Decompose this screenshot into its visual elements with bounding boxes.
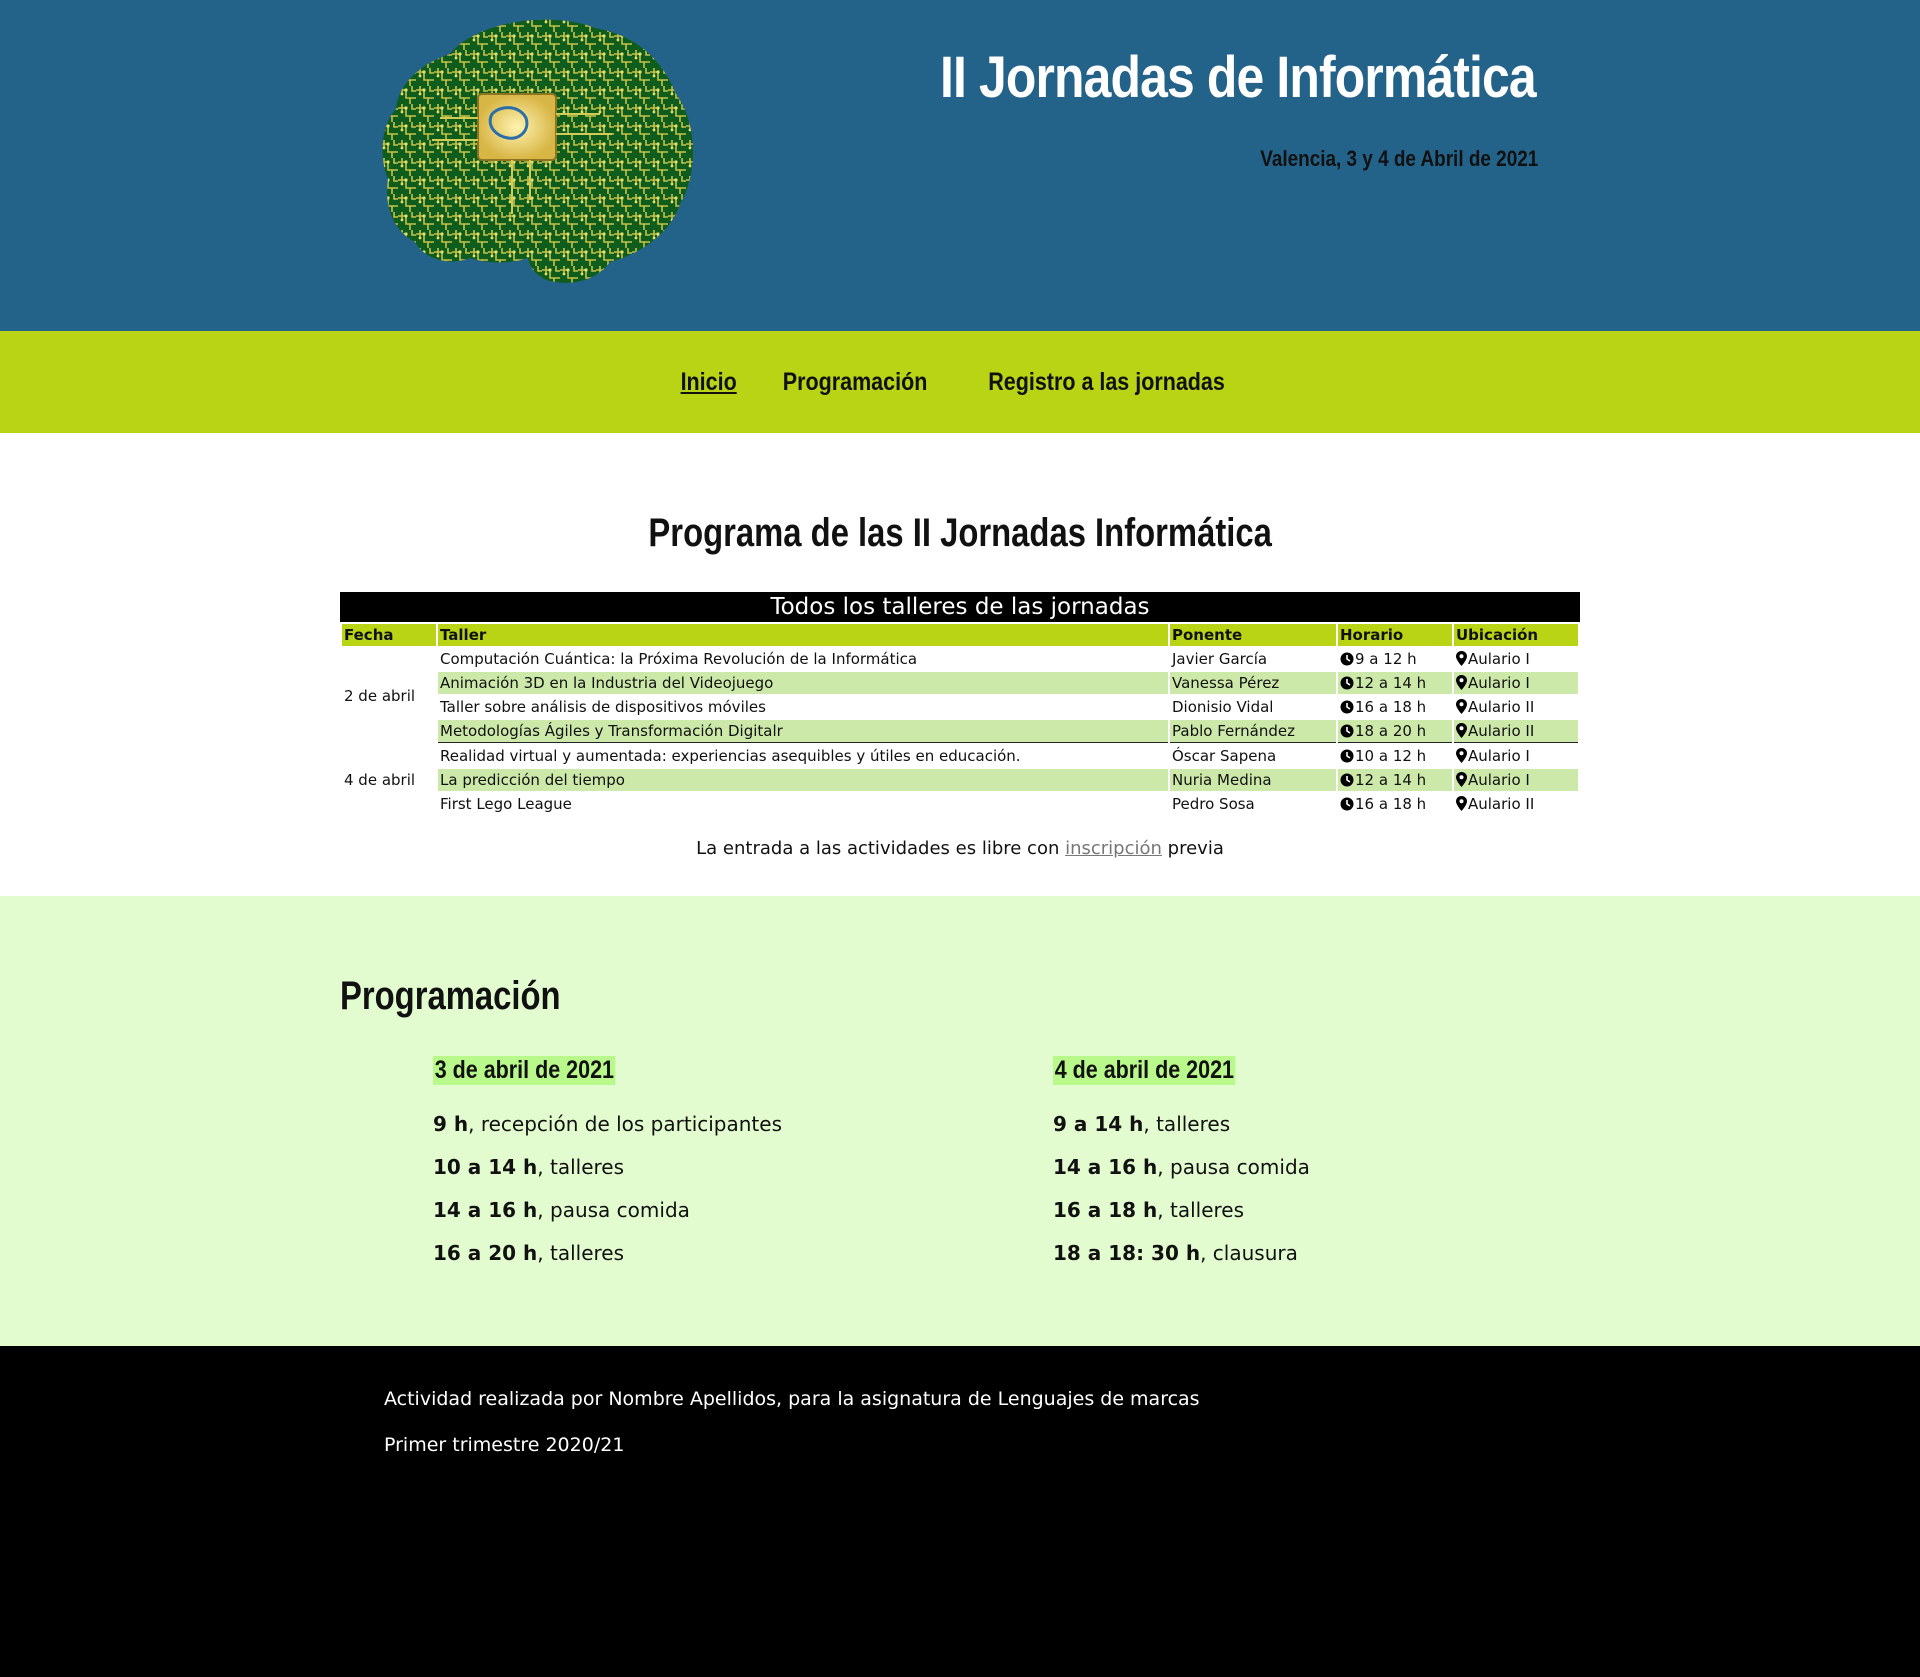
cell-ubicacion: Aulario I [1454,672,1578,694]
cell-taller: Computación Cuántica: la Próxima Revoluc… [440,650,918,668]
cell-ponente: Óscar Sapena [1172,747,1277,765]
cell-taller: Realidad virtual y aumentada: experienci… [440,747,1021,765]
cell-horario: 18 a 20 h [1338,720,1452,743]
cell-ponente: Pablo Fernández [1170,720,1336,743]
cell-ponente: Vanessa Pérez [1170,672,1336,694]
registration-note: La entrada a las actividades es libre co… [696,838,1224,859]
header-ponente: Ponente [1170,624,1336,646]
footer-credit: Actividad realizada por Nombre Apellidos… [384,1388,1200,1410]
cell-taller: Animación 3D en la Industria del Videoju… [438,672,1168,694]
table-row: Animación 3D en la Industria del Videoju… [342,672,1578,694]
map-pin-icon [1456,675,1467,690]
nav-item-inicio[interactable]: Inicio [680,368,736,397]
schedule-section: Programación 3 de abril de 2021 9 h, rec… [0,896,1920,1346]
table-caption: Todos los talleres de las jornadas [340,592,1580,622]
cell-horario: 16 a 18 h [1338,696,1452,718]
table-row: Metodologías Ágiles y Transformación Dig… [342,720,1578,743]
cell-ponente: Pedro Sosa [1172,795,1255,813]
cell-ubicacion: Aulario I [1454,648,1578,670]
day-column-1: 3 de abril de 2021 9 h, recepción de los… [433,1056,853,1283]
cell-horario: 12 a 14 h [1338,672,1452,694]
cell-ponente: Dionisio Vidal [1172,698,1274,716]
brain-circuit-icon [382,19,694,283]
clock-icon [1340,724,1354,738]
day-title: 4 de abril de 2021 [1053,1056,1236,1085]
cell-ubicacion: Aulario II [1454,720,1578,743]
day-title: 3 de abril de 2021 [433,1056,616,1085]
cell-taller: First Lego League [440,795,572,813]
schedule-item: 9 h, recepción de los participantes [433,1112,782,1136]
schedule-item: 9 a 14 h, talleres [1053,1112,1231,1136]
clock-icon [1340,700,1354,714]
cell-taller: Taller sobre análisis de dispositivos mó… [440,698,766,716]
schedule-item: 18 a 18: 30 h, clausura [1053,1241,1298,1265]
clock-icon [1340,652,1354,666]
day-column-2: 4 de abril de 2021 9 a 14 h, talleres 14… [1053,1056,1473,1283]
map-pin-icon [1456,748,1467,763]
map-pin-icon [1456,651,1467,666]
clock-icon [1340,676,1354,690]
site-subtitle: Valencia, 3 y 4 de Abril de 2021 [1259,146,1538,171]
header-ubicacion: Ubicación [1454,624,1578,646]
clock-icon [1340,749,1354,763]
cell-horario: 10 a 12 h [1338,745,1452,767]
cell-taller: Metodologías Ágiles y Transformación Dig… [438,720,1168,743]
inscripcion-link[interactable]: inscripción [1065,838,1162,859]
cell-taller: La predicción del tiempo [438,769,1168,791]
site-header: II Jornadas de Informática Valencia, 3 y… [0,0,1920,331]
table-row: 4 de abril Realidad virtual y aumentada:… [342,745,1578,789]
schedule-title: Programación [340,974,561,1018]
cell-fecha: 4 de abril [344,771,416,789]
schedule-item: 10 a 14 h, talleres [433,1155,625,1179]
cell-horario: 9 a 12 h [1338,648,1452,670]
cell-horario: 16 a 18 h [1338,793,1452,815]
program-title: Programa de las II Jornadas Informática [648,511,1272,555]
workshops-table: Todos los talleres de las jornadas Fecha… [340,592,1580,817]
schedule-item: 14 a 16 h, pausa comida [433,1198,690,1222]
cell-ponente: Javier García [1172,650,1268,668]
site-title: II Jornadas de Informática [940,45,1537,110]
cell-ubicacion: Aulario I [1454,769,1578,791]
header-taller: Taller [438,624,1168,646]
program-section: Programa de las II Jornadas Informática … [0,433,1920,896]
site-footer: Actividad realizada por Nombre Apellidos… [0,1346,1920,1677]
cell-fecha: 2 de abril [344,686,416,705]
cell-ubicacion: Aulario I [1454,745,1578,767]
cell-horario: 12 a 14 h [1338,769,1452,791]
map-pin-icon [1456,723,1467,738]
clock-icon [1340,773,1354,787]
header-fecha: Fecha [342,624,436,646]
clock-icon [1340,797,1354,811]
nav-item-programacion[interactable]: Programación [783,368,928,397]
header-horario: Horario [1338,624,1452,646]
map-pin-icon [1456,772,1467,787]
table-row: 2 de abril Computación Cuántica: la Próx… [342,648,1578,705]
nav-item-registro[interactable]: Registro a las jornadas [988,368,1225,397]
table-row: Taller sobre análisis de dispositivos mó… [342,696,1578,718]
table-header-row: Fecha Taller Ponente Horario Ubicación [342,624,1578,646]
schedule-item: 16 a 20 h, talleres [433,1241,625,1265]
cell-ponente: Nuria Medina [1170,769,1336,791]
table-row: First Lego League Pedro Sosa 16 a 18 h A… [342,793,1578,815]
table-row: La predicción del tiempo Nuria Medina 12… [342,769,1578,791]
footer-term: Primer trimestre 2020/21 [384,1434,625,1456]
schedule-item: 16 a 18 h, talleres [1053,1198,1245,1222]
main-nav: Inicio Programación Registro a las jorna… [0,331,1920,433]
schedule-item: 14 a 16 h, pausa comida [1053,1155,1310,1179]
cell-ubicacion: Aulario II [1454,696,1578,718]
map-pin-icon [1456,699,1467,714]
cell-ubicacion: Aulario II [1454,793,1578,815]
map-pin-icon [1456,796,1467,811]
